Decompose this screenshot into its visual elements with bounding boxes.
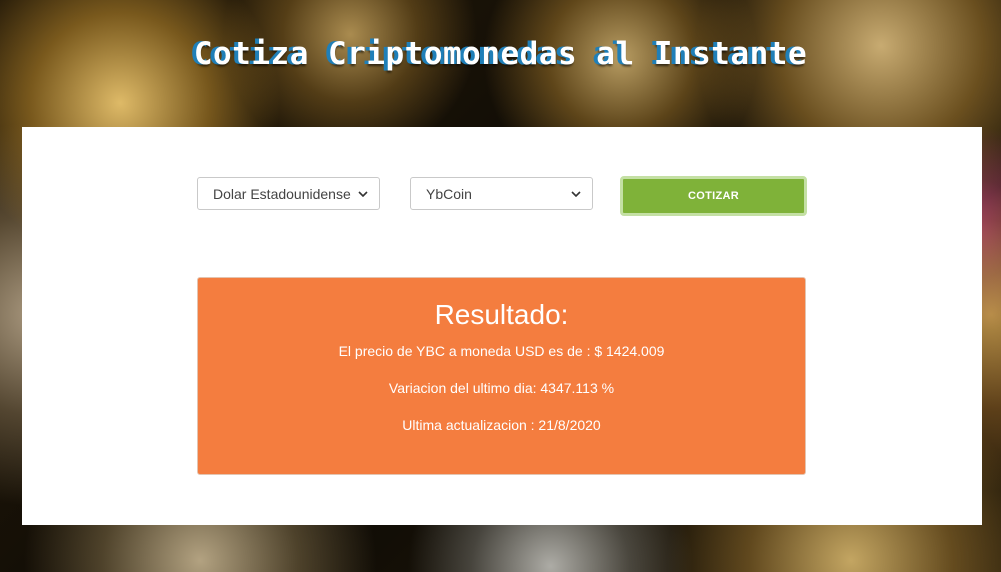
- quote-button[interactable]: COTIZAR: [620, 176, 807, 216]
- result-title: Resultado:: [434, 299, 569, 330]
- crypto-select-value: YbCoin: [426, 185, 472, 202]
- currency-select-value: Dolar Estadounidense: [213, 185, 351, 202]
- result-price: El precio de YBC a moneda USD es de : $ …: [338, 343, 665, 359]
- chevron-down-icon: [570, 188, 582, 200]
- quote-form: Dolar Estadounidense YbCoin COTIZAR: [22, 176, 982, 216]
- header: Cotiza Criptomonedas al Instante: [0, 36, 1001, 72]
- crypto-select[interactable]: YbCoin: [410, 177, 593, 210]
- chevron-down-icon: [357, 188, 369, 200]
- quote-card: Dolar Estadounidense YbCoin COTIZAR Resu…: [22, 127, 982, 525]
- page-title: Cotiza Criptomonedas al Instante: [193, 36, 808, 72]
- result-daily-change: Variacion del ultimo dia: 4347.113 %: [388, 380, 615, 396]
- currency-select[interactable]: Dolar Estadounidense: [197, 177, 380, 210]
- result-panel: Resultado: El precio de YBC a moneda USD…: [197, 277, 806, 475]
- result-last-updated: Ultima actualizacion : 21/8/2020: [402, 417, 601, 433]
